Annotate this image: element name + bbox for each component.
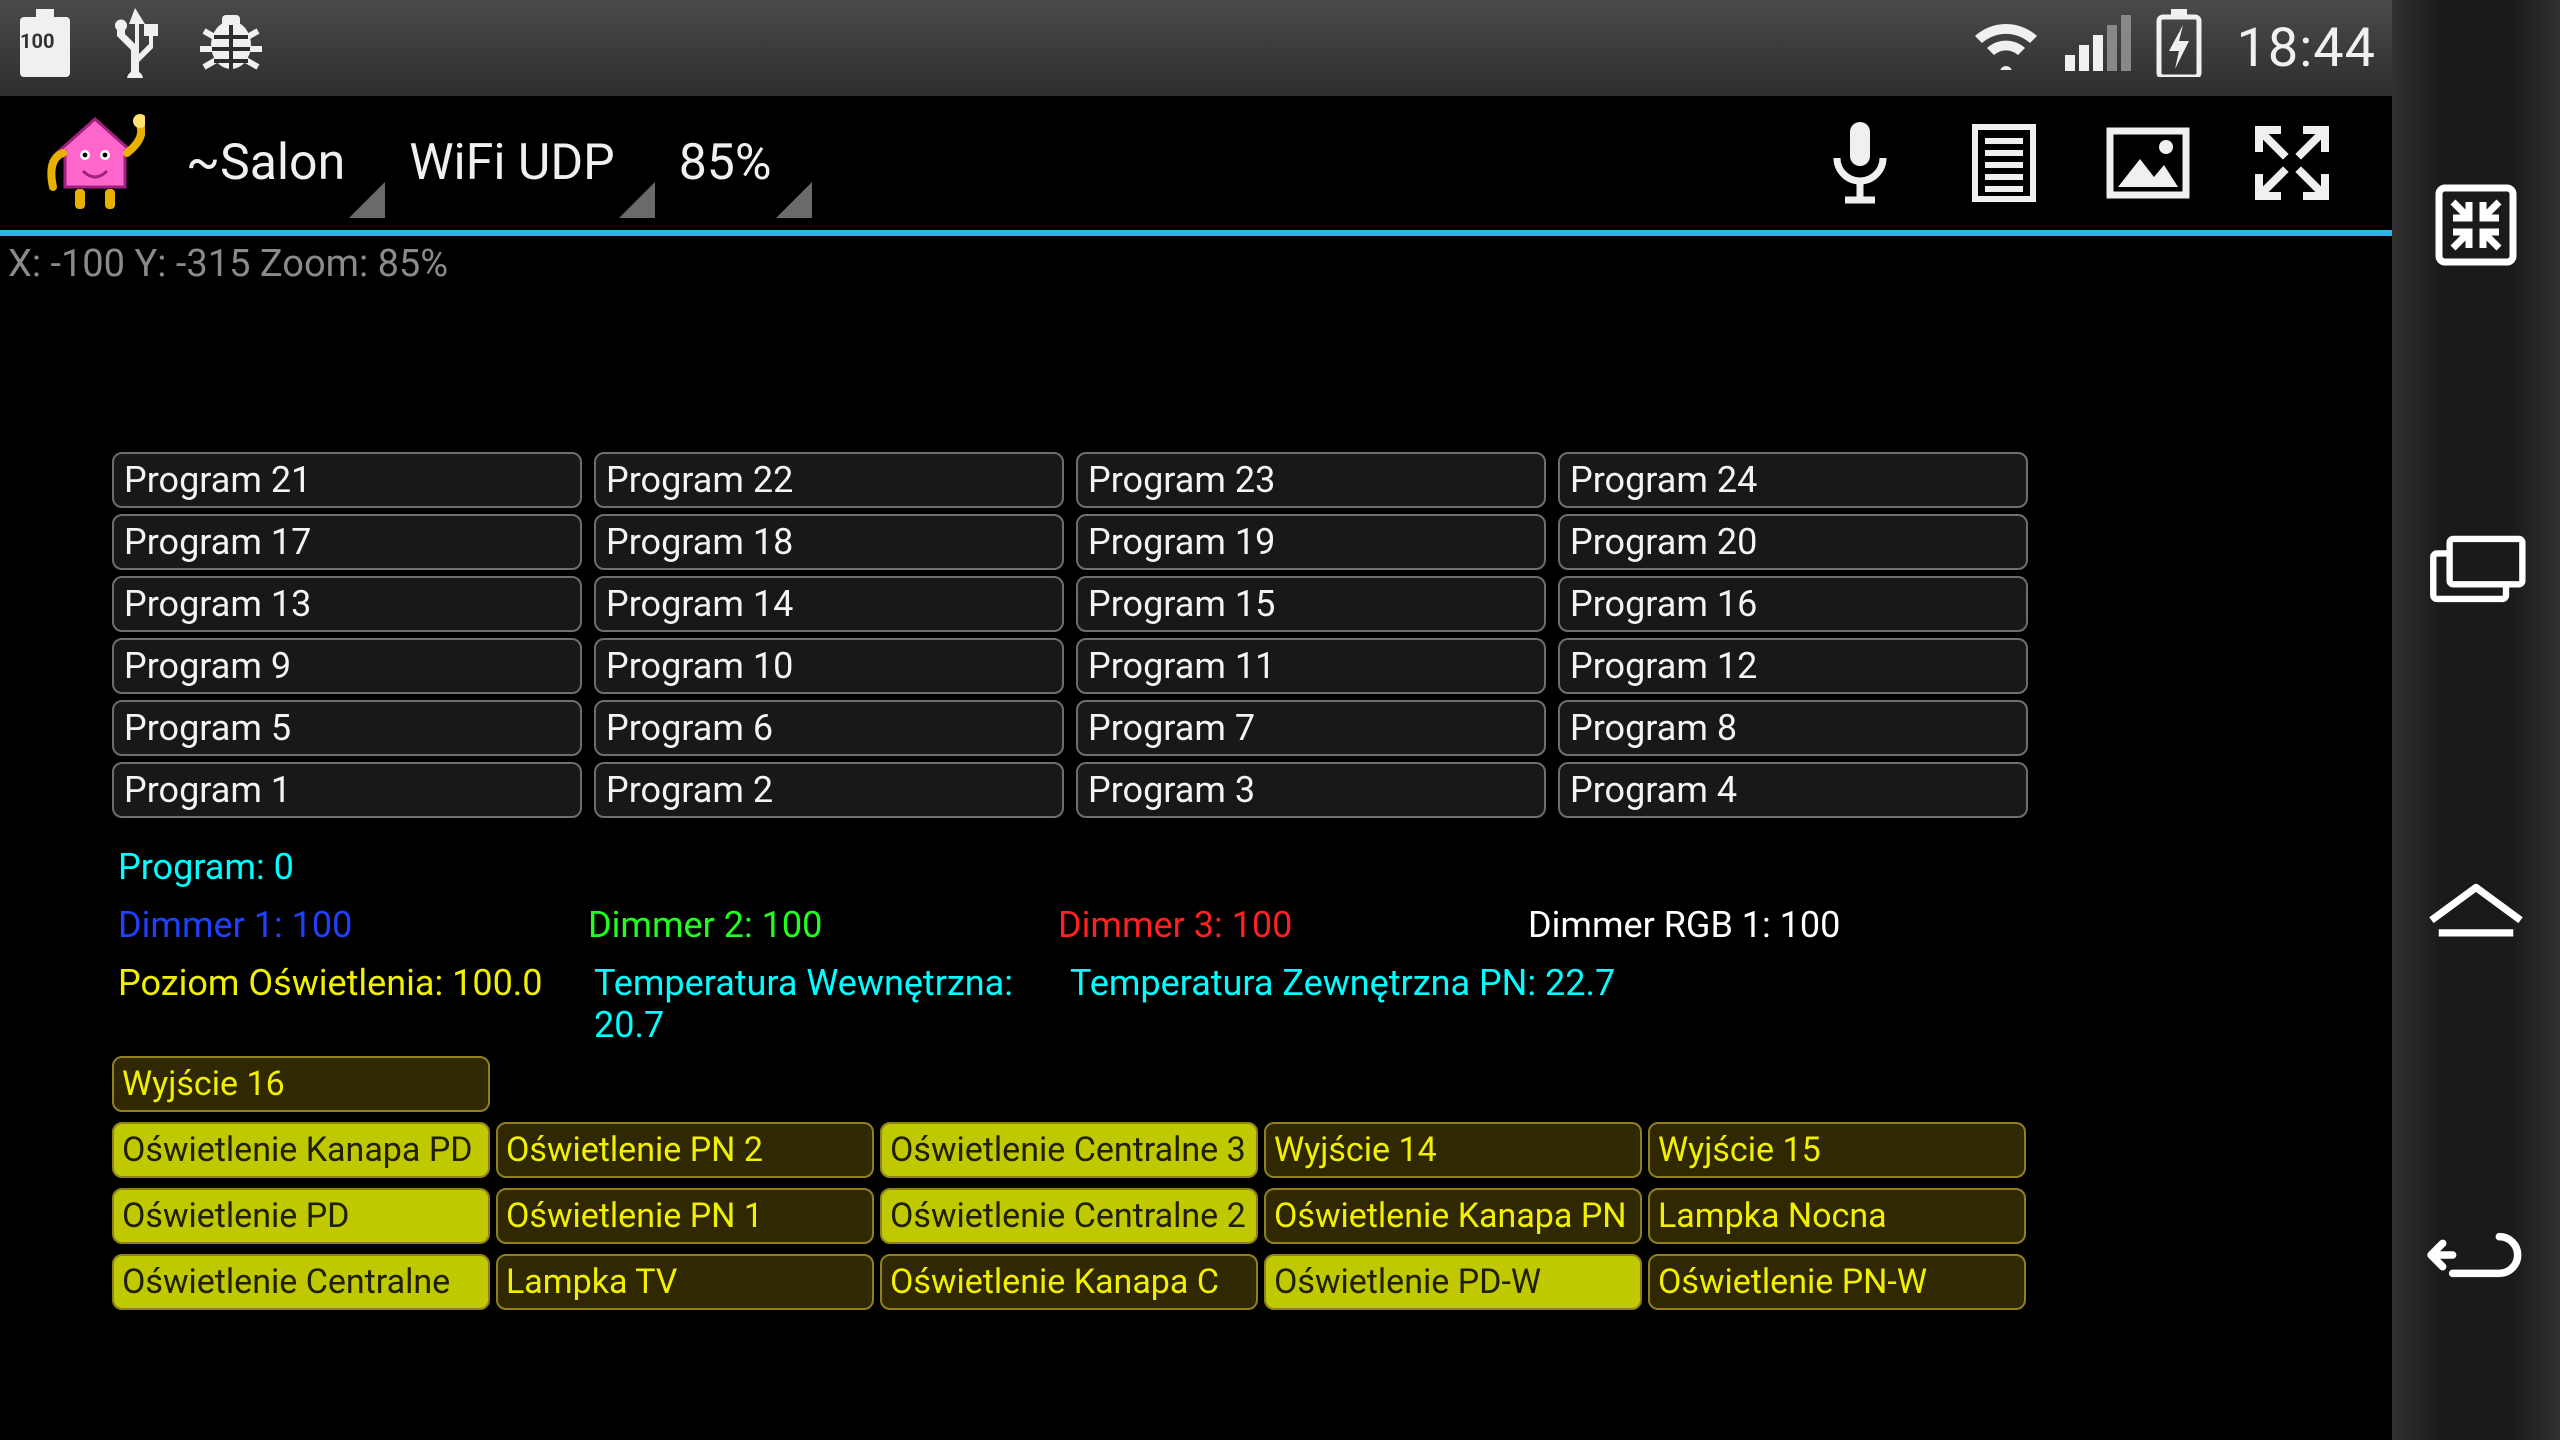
debug-icon xyxy=(196,13,266,83)
status-time: 18:44 xyxy=(2237,17,2376,80)
program-button[interactable]: Program 16 xyxy=(1558,576,2028,632)
program-button[interactable]: Program 1 xyxy=(112,762,582,818)
mic-icon[interactable] xyxy=(1800,103,1920,223)
output-button[interactable]: Oświetlenie Kanapa PN xyxy=(1264,1188,1642,1244)
battery-icon: 100 xyxy=(16,9,74,87)
dimmer-rgb: Dimmer RGB 1: 100 xyxy=(1528,904,1998,946)
coords-label: X: -100 Y: -315 Zoom: 85% xyxy=(0,236,2392,292)
program-button[interactable]: Program 4 xyxy=(1558,762,2028,818)
program-button[interactable]: Program 19 xyxy=(1076,514,1546,570)
temp-in: Temperatura Wewnętrzna: 20.7 xyxy=(594,962,1070,1046)
program-button[interactable]: Program 20 xyxy=(1558,514,2028,570)
status-bar: 100 18:44 xyxy=(0,0,2392,96)
fullscreen-icon[interactable] xyxy=(2232,103,2352,223)
program-button[interactable]: Program 24 xyxy=(1558,452,2028,508)
nav-collapse-icon[interactable] xyxy=(2426,180,2526,270)
program-button[interactable]: Program 9 xyxy=(112,638,582,694)
output-button[interactable]: Oświetlenie PD-W xyxy=(1264,1254,1642,1310)
program-button[interactable]: Program 14 xyxy=(594,576,1064,632)
program-button[interactable]: Program 2 xyxy=(594,762,1064,818)
program-button[interactable]: Program 8 xyxy=(1558,700,2028,756)
connection-spinner[interactable]: WiFi UDP xyxy=(385,108,655,218)
output-button[interactable]: Oświetlenie PN-W xyxy=(1648,1254,2026,1310)
program-grid: Program 21Program 22Program 23Program 24… xyxy=(112,452,2192,818)
dimmer-3: Dimmer 3: 100 xyxy=(1058,904,1528,946)
output-button[interactable]: Oświetlenie Kanapa PD xyxy=(112,1122,490,1178)
light-level: Poziom Oświetlenia: 100.0 xyxy=(118,962,594,1046)
program-button[interactable]: Program 22 xyxy=(594,452,1064,508)
battery-charging-icon xyxy=(2155,9,2203,87)
output-button[interactable]: Lampka TV xyxy=(496,1254,874,1310)
app-bar: ~Salon WiFi UDP 85% xyxy=(0,96,2392,230)
output-button[interactable]: Wyjście 14 xyxy=(1264,1122,1642,1178)
output-button[interactable]: Oświetlenie Centralne 2 xyxy=(880,1188,1258,1244)
content-area: X: -100 Y: -315 Zoom: 85% Program 21Prog… xyxy=(0,236,2392,1310)
program-button[interactable]: Program 12 xyxy=(1558,638,2028,694)
zoom-spinner[interactable]: 85% xyxy=(655,108,812,218)
program-button[interactable]: Program 10 xyxy=(594,638,1064,694)
dimmer-1: Dimmer 1: 100 xyxy=(118,904,588,946)
output-button[interactable]: Wyjście 16 xyxy=(112,1056,490,1112)
program-button[interactable]: Program 6 xyxy=(594,700,1064,756)
usb-icon xyxy=(110,8,160,88)
output-button[interactable]: Lampka Nocna xyxy=(1648,1188,2026,1244)
outputs-area: Wyjście 16Oświetlenie Kanapa PDOświetlen… xyxy=(0,1056,2392,1310)
info-row: Poziom Oświetlenia: 100.0 Temperatura We… xyxy=(118,962,2392,1046)
program-button[interactable]: Program 13 xyxy=(112,576,582,632)
wifi-icon xyxy=(1971,16,2041,80)
program-button[interactable]: Program 23 xyxy=(1076,452,1546,508)
program-button[interactable]: Program 21 xyxy=(112,452,582,508)
program-button[interactable]: Program 18 xyxy=(594,514,1064,570)
nav-back-icon[interactable] xyxy=(2426,1210,2526,1300)
signal-icon xyxy=(2065,15,2131,81)
system-navbar xyxy=(2392,0,2560,1440)
output-button[interactable]: Oświetlenie Centralne 3 xyxy=(880,1122,1258,1178)
output-button[interactable]: Wyjście 15 xyxy=(1648,1122,2026,1178)
program-button[interactable]: Program 7 xyxy=(1076,700,1546,756)
program-button[interactable]: Program 5 xyxy=(112,700,582,756)
program-button[interactable]: Program 11 xyxy=(1076,638,1546,694)
nav-home-icon[interactable] xyxy=(2426,867,2526,957)
nav-recent-icon[interactable] xyxy=(2426,523,2526,613)
output-button[interactable]: Oświetlenie PD xyxy=(112,1188,490,1244)
dimmer-2: Dimmer 2: 100 xyxy=(588,904,1058,946)
list-icon[interactable] xyxy=(1944,103,2064,223)
room-spinner[interactable]: ~Salon xyxy=(162,108,385,218)
temp-out: Temperatura Zewnętrzna PN: 22.7 xyxy=(1070,962,1720,1046)
program-status: Program: 0 xyxy=(118,846,2392,888)
output-button[interactable]: Oświetlenie PN 1 xyxy=(496,1188,874,1244)
app-logo-icon[interactable] xyxy=(40,108,150,218)
dimmer-row: Dimmer 1: 100 Dimmer 2: 100 Dimmer 3: 10… xyxy=(118,904,2392,946)
image-icon[interactable] xyxy=(2088,103,2208,223)
program-button[interactable]: Program 3 xyxy=(1076,762,1546,818)
output-button[interactable]: Oświetlenie Centralne xyxy=(112,1254,490,1310)
output-button[interactable]: Oświetlenie Kanapa C xyxy=(880,1254,1258,1310)
output-button[interactable]: Oświetlenie PN 2 xyxy=(496,1122,874,1178)
program-button[interactable]: Program 15 xyxy=(1076,576,1546,632)
program-button[interactable]: Program 17 xyxy=(112,514,582,570)
